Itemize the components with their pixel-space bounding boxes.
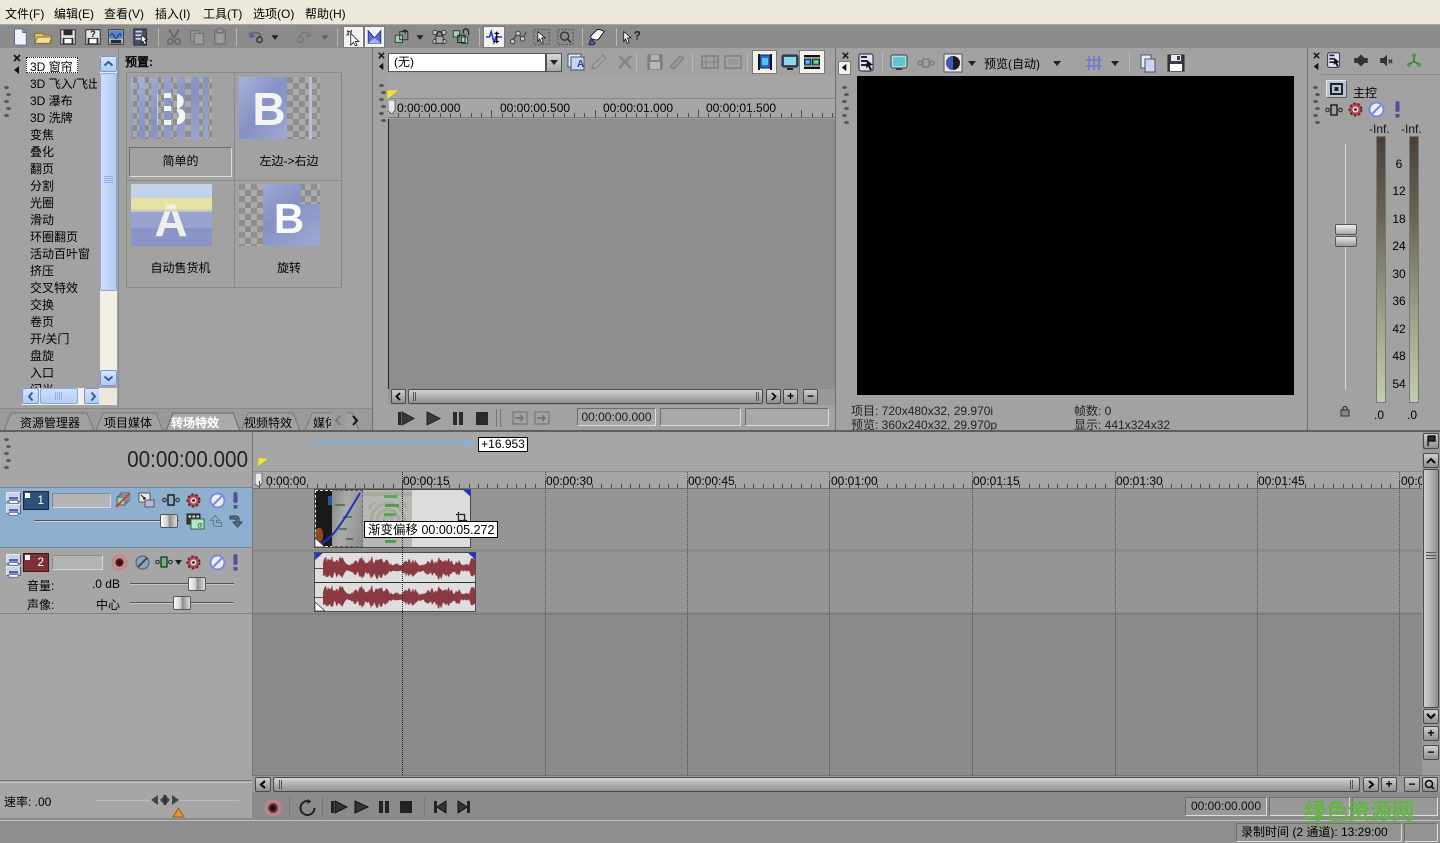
svg-text:A: A — [154, 194, 187, 246]
svg-text:α: α — [198, 521, 203, 530]
svg-text:A: A — [577, 59, 584, 70]
svg-text:?: ? — [90, 29, 96, 39]
svg-text:?: ? — [634, 30, 641, 43]
svg-text:B: B — [252, 83, 285, 135]
svg-text:B: B — [274, 195, 304, 242]
